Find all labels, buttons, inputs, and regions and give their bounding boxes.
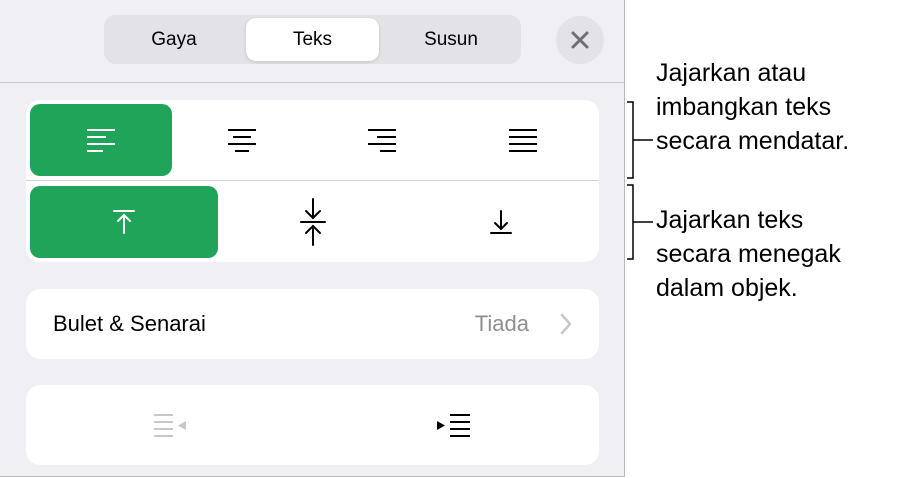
horizontal-bracket [627,101,653,179]
header-divider [0,82,624,83]
callout-line: Jajarkan atau [656,59,807,87]
bullets-lists-row[interactable]: Bulet & Senarai Tiada [26,289,599,359]
tab-segmented-control: Gaya Teks Susun [104,15,521,64]
align-bottom-icon [490,210,512,234]
tab-susun[interactable]: Susun [384,18,518,61]
callout-line: Jajarkan teks [656,206,804,234]
callout-line: imbangkan teks [656,93,832,121]
close-icon [571,31,589,49]
align-right-icon [368,129,396,152]
callout-line: secara menegak [656,240,841,268]
increase-indent-icon [437,414,470,437]
decrease-indent-icon [154,414,186,437]
align-left-icon [87,129,115,152]
decrease-indent-button[interactable] [30,389,312,461]
bullets-lists-label: Bulet & Senarai [53,311,206,336]
horizontal-alignment-callout: Jajarkan atau imbangkan teks secara mend… [656,56,849,158]
align-bottom-button[interactable] [408,186,594,258]
tab-gaya[interactable]: Gaya [107,18,241,61]
align-center-icon [228,129,256,152]
align-top-button[interactable] [30,186,218,258]
chevron-right-icon [560,313,572,335]
callout-line: secara mendatar. [656,127,850,155]
align-left-button[interactable] [30,104,172,176]
increase-indent-button[interactable] [312,389,594,461]
vertical-alignment-callout: Jajarkan teks secara menegak dalam objek… [656,203,841,305]
close-button[interactable] [556,16,604,64]
bullets-lists-value: Tiada [474,311,529,336]
align-middle-button[interactable] [218,186,408,258]
justify-button[interactable] [452,104,594,176]
align-middle-icon [300,198,326,246]
alignment-divider [26,180,599,181]
format-panel: Gaya Teks Susun Bulet & Senarai Tiada [0,0,625,477]
indent-card [26,385,599,465]
callout-line: dalam objek. [656,274,798,302]
vertical-bracket [627,184,653,260]
alignment-card [26,100,599,262]
align-center-button[interactable] [172,104,312,176]
tab-teks[interactable]: Teks [246,18,379,61]
justify-icon [509,129,537,152]
align-right-button[interactable] [312,104,452,176]
align-top-icon [113,210,135,234]
